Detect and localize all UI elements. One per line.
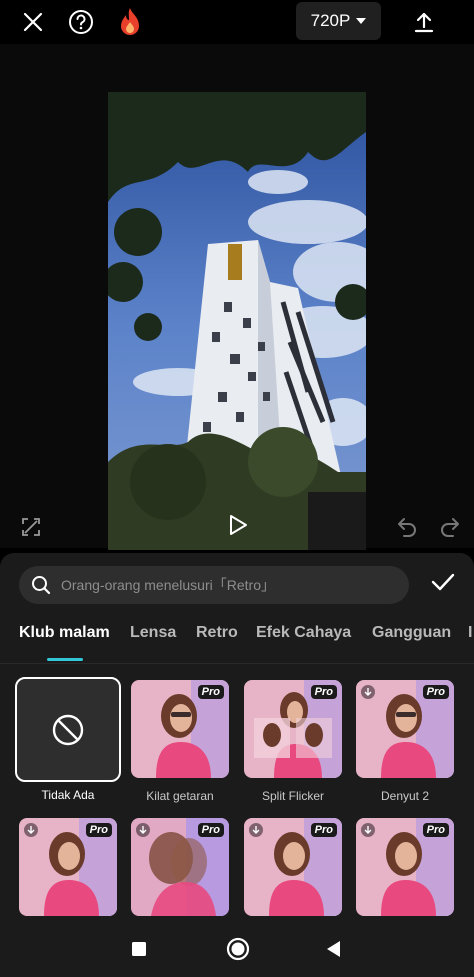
- effect-tile-none[interactable]: [15, 677, 121, 782]
- undo-icon[interactable]: [393, 512, 421, 540]
- chevron-down-icon: [356, 18, 367, 24]
- pro-badge: Pro: [310, 685, 337, 699]
- tab-partial[interactable]: I: [468, 624, 472, 642]
- pro-badge: Pro: [422, 823, 449, 837]
- top-bar: 720P: [0, 0, 474, 44]
- tab-klub-malam[interactable]: Klub malam: [19, 624, 110, 642]
- pro-badge: Pro: [422, 685, 449, 699]
- export-icon[interactable]: [406, 4, 442, 40]
- check-icon[interactable]: [428, 567, 458, 597]
- fire-icon[interactable]: [112, 4, 148, 40]
- effect-label: Tidak Ada: [41, 788, 95, 802]
- recent-apps-icon[interactable]: [128, 938, 150, 960]
- preview-area: [0, 44, 474, 550]
- effect-tile-kilat-getaran[interactable]: Pro: [131, 680, 229, 778]
- effect-tile[interactable]: Pro: [356, 818, 454, 916]
- effect-label: Denyut 2: [380, 789, 430, 803]
- pro-badge: Pro: [197, 823, 224, 837]
- search-bar[interactable]: Orang-orang menelusuri「Retro」: [19, 566, 409, 604]
- download-icon: [249, 823, 263, 837]
- effect-tile-split-flicker[interactable]: Pro: [244, 680, 342, 778]
- pro-badge: Pro: [310, 823, 337, 837]
- effect-tile[interactable]: Pro: [244, 818, 342, 916]
- pro-badge: Pro: [197, 685, 224, 699]
- resolution-dropdown[interactable]: 720P: [296, 2, 381, 40]
- video-preview[interactable]: [108, 92, 366, 550]
- effect-tile-denyut-2[interactable]: Pro: [356, 680, 454, 778]
- back-icon[interactable]: [322, 938, 344, 960]
- download-icon: [361, 685, 375, 699]
- download-icon: [136, 823, 150, 837]
- pro-badge: Pro: [85, 823, 112, 837]
- download-icon: [361, 823, 375, 837]
- tab-efek-cahaya[interactable]: Efek Cahaya: [256, 624, 351, 642]
- category-tabs: Klub malam Lensa Retro Efek Cahaya Gangg…: [0, 621, 474, 661]
- search-placeholder: Orang-orang menelusuri「Retro」: [61, 577, 275, 593]
- effect-label: Kilat getaran: [146, 789, 214, 803]
- fullscreen-icon[interactable]: [18, 514, 44, 540]
- tab-lensa[interactable]: Lensa: [130, 624, 176, 642]
- tab-gangguan[interactable]: Gangguan: [372, 624, 451, 642]
- preview-image: [108, 92, 366, 550]
- redo-icon[interactable]: [436, 512, 464, 540]
- system-nav-bar: [0, 922, 474, 977]
- play-icon[interactable]: [224, 510, 252, 540]
- no-effect-icon: [52, 714, 84, 745]
- effect-label: Split Flicker: [261, 789, 324, 803]
- active-tab-indicator: [47, 658, 83, 661]
- resolution-label: 720P: [310, 11, 351, 30]
- download-icon: [24, 823, 38, 837]
- close-icon[interactable]: [15, 4, 51, 40]
- divider: [0, 663, 474, 664]
- help-icon[interactable]: [63, 4, 99, 40]
- search-icon: [31, 575, 51, 595]
- tab-retro[interactable]: Retro: [196, 624, 238, 642]
- home-icon[interactable]: [225, 936, 251, 962]
- effect-tile[interactable]: Pro: [19, 818, 117, 916]
- effect-tile[interactable]: Pro: [131, 818, 229, 916]
